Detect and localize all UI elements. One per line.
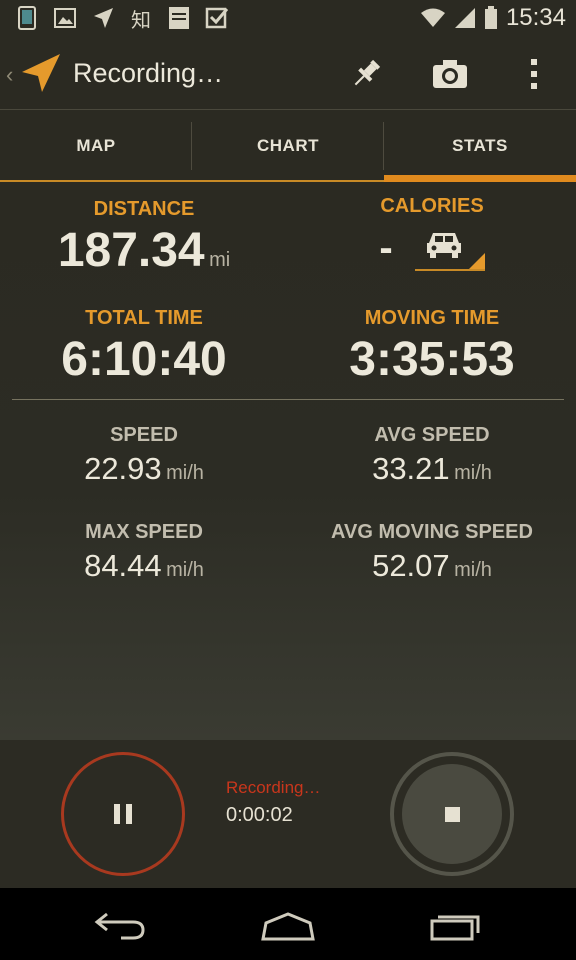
max-speed-unit: mi/h <box>166 559 204 581</box>
back-icon <box>94 912 145 940</box>
total-time-stat: TOTAL TIME 6:10:40 <box>0 307 288 387</box>
back-button[interactable] <box>88 906 152 946</box>
tab-active-indicator <box>384 175 576 182</box>
tab-bar: MAP CHART STATS <box>0 110 576 182</box>
wifi-icon <box>420 8 445 27</box>
avg-moving-speed-label: AVG MOVING SPEED <box>331 521 533 543</box>
distance-value: 187.34 <box>57 224 205 277</box>
avg-speed-stat: AVG SPEED 33.21 mi/h <box>288 424 576 487</box>
tab-map[interactable]: MAP <box>0 110 192 182</box>
camera-button[interactable] <box>430 54 470 94</box>
avg-speed-value: 33.21 <box>372 451 450 486</box>
elapsed-time: 0:00:02 <box>226 804 293 826</box>
car-icon <box>426 232 461 258</box>
action-bar: ‹ Recording… <box>0 38 576 110</box>
distance-label: DISTANCE <box>93 198 195 220</box>
distance-unit: mi <box>209 249 231 271</box>
overflow-menu-button[interactable] <box>514 54 554 94</box>
moving-time-stat: MOVING TIME 3:35:53 <box>288 307 576 387</box>
phone-icon <box>14 5 40 31</box>
avg-speed-label: AVG SPEED <box>374 424 490 446</box>
recents-button[interactable] <box>424 906 488 946</box>
avg-speed-unit: mi/h <box>454 462 492 484</box>
avg-moving-speed-value: 52.07 <box>372 548 450 583</box>
clock: 15:34 <box>505 4 566 31</box>
signal-icon <box>454 8 475 28</box>
avg-moving-speed-unit: mi/h <box>454 559 492 581</box>
recording-status: Recording… <box>226 778 321 797</box>
moving-time-value: 3:35:53 <box>349 333 515 386</box>
tab-label: CHART <box>257 136 319 155</box>
calories-value: - <box>379 226 393 270</box>
calories-stat: CALORIES - <box>288 195 576 271</box>
pin-icon <box>354 59 381 86</box>
pause-icon <box>111 804 135 824</box>
divider <box>12 399 564 400</box>
spinner-corner-icon <box>468 252 485 269</box>
tab-chart[interactable]: CHART <box>192 110 384 182</box>
home-button[interactable] <box>256 906 320 946</box>
bible-icon <box>166 5 192 31</box>
system-nav-bar <box>0 888 576 960</box>
tab-label: MAP <box>76 136 116 155</box>
speed-label: SPEED <box>110 424 178 446</box>
moving-time-label: MOVING TIME <box>364 307 500 329</box>
status-bar: 知 15:34 <box>0 0 576 38</box>
back-chevron-icon[interactable]: ‹ <box>6 62 13 88</box>
pin-button[interactable] <box>346 54 386 94</box>
speed-stat: SPEED 22.93 mi/h <box>0 424 288 487</box>
activity-type-spinner[interactable] <box>414 227 485 271</box>
stats-panel: DISTANCE 187.34 mi CALORIES - TOTAL TIME… <box>0 182 576 740</box>
home-icon <box>261 912 315 941</box>
avg-moving-speed-stat: AVG MOVING SPEED 52.07 mi/h <box>288 521 576 584</box>
tab-stats[interactable]: STATS <box>384 110 576 182</box>
pause-button[interactable] <box>61 752 185 876</box>
tab-label: STATS <box>452 136 508 155</box>
total-time-value: 6:10:40 <box>61 333 227 386</box>
speed-value: 22.93 <box>84 451 162 486</box>
camera-icon <box>433 60 467 88</box>
max-speed-value: 84.44 <box>84 548 162 583</box>
image-icon <box>52 5 78 31</box>
stop-button[interactable] <box>390 752 514 876</box>
overflow-menu-icon <box>531 59 537 89</box>
zhihu-icon: 知 <box>131 9 151 32</box>
calories-label: CALORIES <box>380 195 484 217</box>
max-speed-stat: MAX SPEED 84.44 mi/h <box>0 521 288 584</box>
speed-unit: mi/h <box>166 462 204 484</box>
stop-icon <box>444 806 460 822</box>
page-title: Recording… <box>73 58 224 88</box>
navigation-icon <box>90 5 116 31</box>
recents-icon <box>430 915 480 941</box>
distance-stat: DISTANCE 187.34 mi <box>0 198 288 278</box>
total-time-label: TOTAL TIME <box>85 307 203 329</box>
app-logo-icon[interactable] <box>20 52 62 94</box>
battery-icon <box>484 6 497 29</box>
recording-controls: Recording… 0:00:02 <box>0 740 576 888</box>
max-speed-label: MAX SPEED <box>85 521 203 543</box>
checkbox-icon <box>204 5 230 31</box>
